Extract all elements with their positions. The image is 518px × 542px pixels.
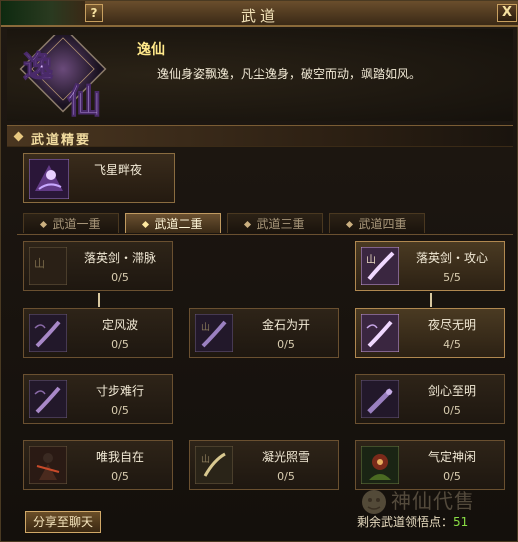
section-header: 武道精要 <box>7 125 513 148</box>
stone-blade-icon: 山 <box>195 314 233 352</box>
class-description: 逸仙身姿飘逸，凡尘逸身，破空而动，飒踏如风。 <box>157 67 422 81</box>
essence-skill-card[interactable]: 飞星畔夜 <box>23 153 175 203</box>
tier-tabs: 武道一重 武道二重 武道三重 武道四重 <box>17 213 513 235</box>
skill-name: 唯我自在 <box>95 450 144 464</box>
diamond-bullet-icon <box>13 131 24 142</box>
skill-level: 0/5 <box>111 271 129 284</box>
svg-text:山: 山 <box>201 322 210 333</box>
warrior-icon <box>29 446 67 484</box>
skill-card-ningguang[interactable]: 山 凝光照雪 0/5 <box>189 440 339 490</box>
section-title: 武道精要 <box>31 133 92 148</box>
class-name: 逸仙 <box>137 42 165 58</box>
skill-name: 剑心至明 <box>427 384 476 398</box>
skill-card-weiwo[interactable]: 唯我自在 0/5 <box>23 440 173 490</box>
skill-card-jinshi[interactable]: 山 金石为开 0/5 <box>189 308 339 358</box>
tab-tier-3[interactable]: 武道三重 <box>227 213 323 233</box>
skill-name: 气定神闲 <box>427 450 476 464</box>
skill-card-luoying-gongxin[interactable]: 山 落英剑・攻心 5/5 <box>355 241 505 291</box>
class-header: 逸 仙 逸仙 逸仙身姿飘逸，凡尘逸身，破空而动，飒踏如风。 <box>7 29 513 121</box>
title-bar[interactable]: ? 武道 X <box>1 1 518 27</box>
skill-connector <box>430 293 432 307</box>
ninja-star-night-icon <box>29 159 69 199</box>
skill-level: 0/5 <box>277 338 295 351</box>
class-emblem-icon: 逸 仙 <box>19 35 107 119</box>
sword-slash-icon: 山 <box>29 247 67 285</box>
skill-name: 金石为开 <box>261 318 310 332</box>
emblem-char-1: 逸 <box>23 50 53 85</box>
skill-connector <box>98 293 100 307</box>
skill-card-yejin[interactable]: 夜尽无明 4/5 <box>355 308 505 358</box>
window-title: 武道 <box>240 7 279 25</box>
emblem-char-2: 仙 <box>67 82 101 119</box>
sword-heart-icon <box>361 380 399 418</box>
calm-monk-icon <box>361 446 399 484</box>
svg-text:山: 山 <box>366 254 376 266</box>
wind-blade-icon <box>29 380 67 418</box>
wind-blade-icon <box>29 314 67 352</box>
skill-card-jianxin[interactable]: 剑心至明 0/5 <box>355 374 505 424</box>
watermark-text: 神仙代售 <box>391 489 475 513</box>
skill-level: 0/5 <box>443 470 461 483</box>
tab-tier-1[interactable]: 武道一重 <box>23 213 119 233</box>
skill-name: 凝光照雪 <box>261 450 310 464</box>
skill-card-dingfeng[interactable]: 定风波 0/5 <box>23 308 173 358</box>
tab-tier-2[interactable]: 武道二重 <box>125 213 221 233</box>
close-button[interactable]: X <box>497 4 517 22</box>
skill-level: 0/5 <box>111 338 129 351</box>
essence-skill-name: 飞星畔夜 <box>94 163 143 177</box>
skill-level: 0/5 <box>443 404 461 417</box>
skill-card-cunbu[interactable]: 寸步难行 0/5 <box>23 374 173 424</box>
skill-name: 落英剑・攻心 <box>415 251 488 265</box>
skill-name: 夜尽无明 <box>427 318 476 332</box>
remaining-points-value: 51 <box>453 515 469 529</box>
remaining-points-label: 剩余武道领悟点： <box>357 515 454 529</box>
light-snow-icon: 山 <box>195 446 233 484</box>
svg-text:山: 山 <box>34 257 45 270</box>
tab-tier-4[interactable]: 武道四重 <box>329 213 425 233</box>
remaining-points: 剩余武道领悟点：51 <box>357 513 468 530</box>
skill-level: 0/5 <box>111 404 129 417</box>
martial-path-window: ? 武道 X 逸 仙 逸仙 逸仙身姿飘逸，凡尘逸身，破空而动，飒踏如风。 武道精… <box>0 0 518 542</box>
skill-level: 0/5 <box>111 470 129 483</box>
skill-name: 定风波 <box>101 318 138 332</box>
tab-diamond-icon <box>142 220 150 229</box>
night-blade-icon <box>361 314 399 352</box>
sword-slash-icon: 山 <box>361 247 399 285</box>
svg-text:山: 山 <box>201 454 210 465</box>
skill-card-qiding[interactable]: 气定神闲 0/5 <box>355 440 505 490</box>
skill-level: 5/5 <box>443 271 461 284</box>
skill-name: 寸步难行 <box>95 384 144 398</box>
skill-name: 落英剑・滞脉 <box>83 251 156 265</box>
tab-diamond-icon <box>244 220 252 229</box>
skill-card-luoying-zhimai[interactable]: 山 落英剑・滞脉 0/5 <box>23 241 173 291</box>
skill-level: 4/5 <box>443 338 461 351</box>
skill-level: 0/5 <box>277 470 295 483</box>
tab-diamond-icon <box>40 220 48 229</box>
tab-diamond-icon <box>346 220 354 229</box>
share-to-chat-button[interactable]: 分享至聊天 <box>25 511 101 533</box>
